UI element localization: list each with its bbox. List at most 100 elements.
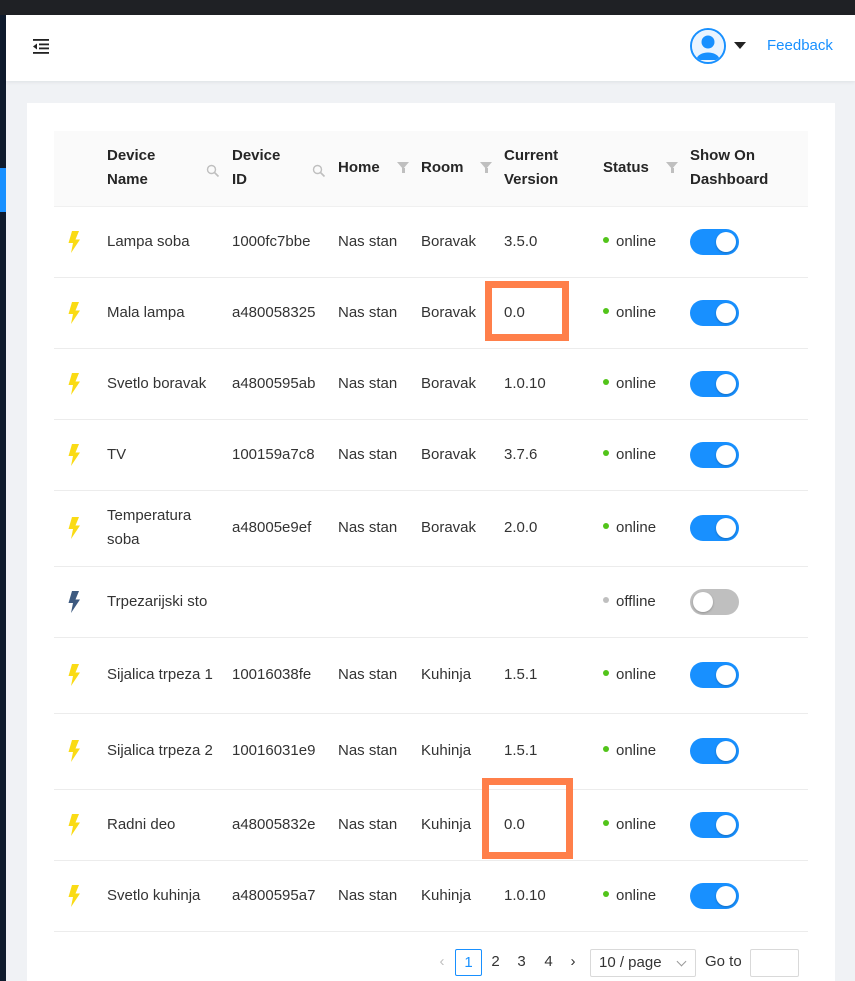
home-cell: Nas stan <box>338 713 421 790</box>
device-id: a480058325 <box>232 303 316 321</box>
home-cell: Nas stan <box>338 277 421 349</box>
status-text: online <box>616 232 657 250</box>
version-cell: 0.0 <box>504 789 603 861</box>
page-3[interactable]: 3 <box>508 949 535 976</box>
status-cell: online <box>603 490 690 567</box>
page-1[interactable]: 1 <box>455 949 482 976</box>
table-row[interactable]: Svetlo boravak a4800595ab Nas stan Boravak 1… <box>54 348 808 420</box>
status-dot-icon <box>603 449 609 456</box>
current-version: 3.7.6 <box>504 445 538 463</box>
table-row[interactable]: Svetlo kuhinja a4800595a7 Nas stan Kuhinja 1… <box>54 860 808 932</box>
search-icon[interactable] <box>206 162 220 178</box>
table-row[interactable]: Temperatura soba a48005e9ef Nas stan Borava… <box>54 490 808 567</box>
table-row[interactable]: Sijalica trpeza 2 10016031e9 Nas stan Kuhin… <box>54 713 808 790</box>
page-size-select[interactable]: 10 / page <box>590 949 696 977</box>
device-type-cell <box>54 419 107 491</box>
show-on-dashboard-toggle[interactable] <box>690 588 739 615</box>
toggle-knob <box>716 373 736 394</box>
show-on-dashboard-toggle[interactable] <box>690 811 739 838</box>
pagination: ‹ 1 2 3 4 › 10 / page Go to <box>27 949 835 977</box>
device-name: Svetlo kuhinja <box>107 886 201 904</box>
next-page-icon[interactable]: › <box>565 949 581 976</box>
device-id-cell <box>232 566 338 638</box>
device-name-cell: Temperatura soba <box>107 490 232 567</box>
show-on-dashboard-toggle[interactable] <box>690 299 739 326</box>
status-dot-icon <box>603 596 609 603</box>
search-icon[interactable] <box>312 162 326 178</box>
device-type-cell <box>54 348 107 420</box>
device-name-cell: Svetlo kuhinja <box>107 860 232 932</box>
version-cell: 1.5.1 <box>504 713 603 790</box>
table-row[interactable]: Radni deo a48005832e Nas stan Kuhinja 0.0 onl… <box>54 789 808 861</box>
device-id-cell: a4800595ab <box>232 348 338 420</box>
table-row[interactable]: Mala lampa a480058325 Nas stan Boravak 0.0 on… <box>54 277 808 349</box>
feedback-link[interactable]: Feedback <box>767 37 833 54</box>
chevron-down-icon <box>676 956 687 967</box>
device-id: a4800595a7 <box>232 886 316 904</box>
show-on-dashboard-toggle[interactable] <box>690 882 739 909</box>
goto-page-input[interactable] <box>750 949 799 977</box>
table-header-row: Device Name Device ID Home Room Current … <box>54 131 808 207</box>
home-cell: Nas stan <box>338 206 421 278</box>
column-label: Show On Dashboard <box>690 147 769 189</box>
status-text: online <box>616 303 657 321</box>
device-id: 10016031e9 <box>232 742 316 759</box>
room-cell: Kuhinja <box>421 789 504 861</box>
page-4[interactable]: 4 <box>535 949 562 976</box>
device-type-cell <box>54 713 107 790</box>
column-header-room: Room <box>421 131 504 207</box>
table-row[interactable]: Lampa soba 1000fc7bbe Nas stan Boravak 3.5.0… <box>54 206 808 278</box>
toggle-knob <box>716 302 736 323</box>
toggle-knob <box>716 665 736 685</box>
show-on-dashboard-toggle[interactable] <box>690 515 739 541</box>
lightning-bolt-icon <box>68 230 80 253</box>
toggle-knob <box>716 741 736 761</box>
device-name-cell: Lampa soba <box>107 206 232 278</box>
status-cell: online <box>603 206 690 278</box>
device-name-cell: Trpezarijski sto <box>107 566 232 638</box>
current-version: 1.5.1 <box>504 666 538 683</box>
lightning-bolt-icon <box>68 590 80 613</box>
table-row[interactable]: Sijalica trpeza 1 10016038fe Nas stan Kuhin… <box>54 637 808 714</box>
version-cell: 2.0.0 <box>504 490 603 567</box>
home-cell: Nas stan <box>338 860 421 932</box>
show-on-dashboard-toggle[interactable] <box>690 370 739 397</box>
page-size-value: 10 / page <box>599 954 662 971</box>
device-name-cell: TV <box>107 419 232 491</box>
room-cell: Kuhinja <box>421 860 504 932</box>
filter-icon[interactable] <box>666 162 678 173</box>
show-on-dashboard-toggle[interactable] <box>690 228 739 255</box>
device-name-cell: Sijalica trpeza 2 <box>107 713 232 790</box>
show-on-dashboard-toggle[interactable] <box>690 441 739 468</box>
status-dot-icon <box>603 746 609 752</box>
room-cell: Boravak <box>421 419 504 491</box>
show-on-dashboard-toggle[interactable] <box>690 662 739 688</box>
room-name: Boravak <box>421 303 477 321</box>
table-row[interactable]: TV 100159a7c8 Nas stan Boravak 3.7.6 online <box>54 419 808 491</box>
dashboard-cell <box>690 713 808 790</box>
filter-icon[interactable] <box>397 162 409 173</box>
menu-fold-icon[interactable] <box>30 35 52 57</box>
home-cell: Nas stan <box>338 490 421 567</box>
show-on-dashboard-toggle[interactable] <box>690 738 739 764</box>
device-name: Svetlo boravak <box>107 374 207 392</box>
filter-icon[interactable] <box>480 162 492 173</box>
column-header-icon <box>54 131 107 207</box>
prev-page-icon[interactable]: ‹ <box>434 949 450 976</box>
status-cell: offline <box>603 566 690 638</box>
version-cell: 0.0 <box>504 277 603 349</box>
user-avatar-icon[interactable] <box>690 28 726 64</box>
table-row[interactable]: Trpezarijski sto offline <box>54 566 808 638</box>
page-2[interactable]: 2 <box>482 949 509 976</box>
room-cell <box>421 566 504 638</box>
status-cell: online <box>603 348 690 420</box>
device-id-cell: 100159a7c8 <box>232 419 338 491</box>
devices-card: Device Name Device ID Home Room Current … <box>27 103 835 981</box>
toggle-knob <box>716 885 736 906</box>
caret-down-icon[interactable] <box>734 42 746 49</box>
current-version: 1.5.1 <box>504 742 538 759</box>
column-label: Home <box>338 159 380 177</box>
status-dot-icon <box>603 236 609 243</box>
dashboard-cell <box>690 206 808 278</box>
room-name: Boravak <box>421 445 477 463</box>
